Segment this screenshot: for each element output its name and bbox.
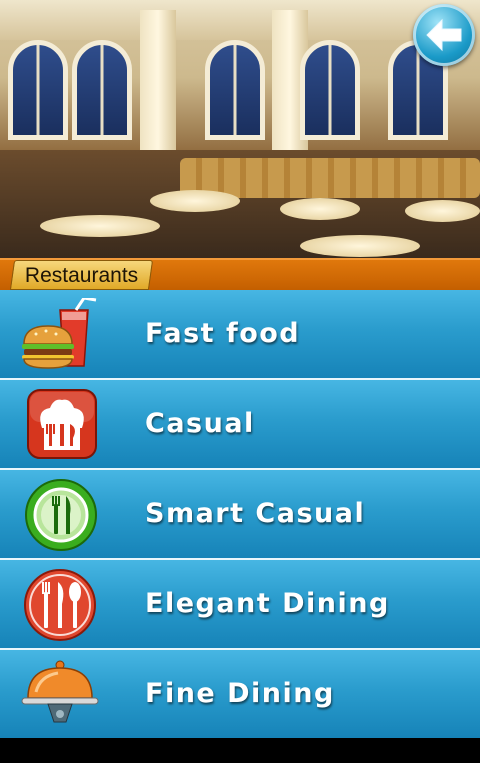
menu-item-label: Smart Casual: [145, 498, 366, 529]
bottom-bar: [0, 739, 480, 763]
back-button[interactable]: [413, 4, 475, 66]
hero-table: [300, 235, 420, 257]
plate-fork-knife-icon: [25, 479, 97, 551]
hero-table: [40, 215, 160, 237]
section-header-bar: Restaurants: [0, 258, 480, 290]
menu-item-label: Elegant Dining: [145, 588, 390, 619]
hero-ceiling: [0, 0, 480, 40]
hero-window: [205, 40, 265, 140]
section-title: Restaurants: [24, 264, 139, 287]
hero-window: [72, 40, 132, 140]
hero-table: [280, 198, 360, 220]
menu-item-label: Casual: [145, 408, 255, 439]
cloche-icon: [21, 660, 99, 723]
menu-item-elegant-dining[interactable]: Elegant Dining: [0, 560, 480, 650]
hero-window: [8, 40, 68, 140]
category-menu: Fast food Casual Smart Casual Elegant Di…: [0, 290, 480, 738]
menu-item-casual[interactable]: Casual: [0, 380, 480, 470]
chef-hat-cutlery-icon: [27, 389, 97, 459]
burger-drink-icon: [22, 298, 97, 369]
menu-item-label: Fine Dining: [145, 678, 335, 709]
restaurant-hero-image: [0, 0, 480, 258]
hero-window: [300, 40, 360, 140]
hero-table: [405, 200, 480, 222]
menu-item-label: Fast food: [145, 318, 301, 349]
menu-item-fine-dining[interactable]: Fine Dining: [0, 650, 480, 738]
hero-table: [150, 190, 240, 212]
fork-knife-spoon-icon: [24, 569, 96, 641]
menu-item-fast-food[interactable]: Fast food: [0, 290, 480, 380]
menu-item-smart-casual[interactable]: Smart Casual: [0, 470, 480, 560]
section-header-tab: Restaurants: [9, 260, 154, 290]
arrow-left-icon: [426, 18, 462, 52]
